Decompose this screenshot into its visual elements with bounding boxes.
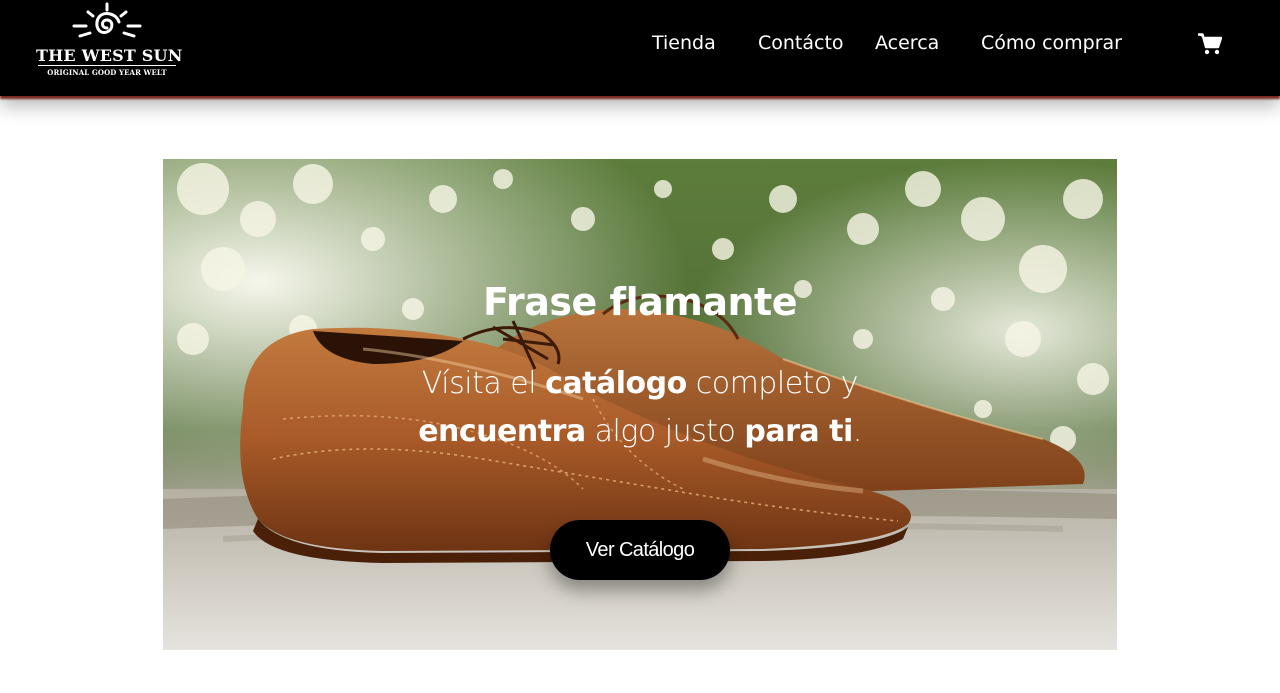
logo-divider xyxy=(38,65,176,66)
nav-acerca[interactable]: Acerca xyxy=(875,32,939,54)
site-header: THE WEST SUN ORIGINAL GOOD YEAR WELT Tie… xyxy=(0,0,1280,96)
logo-tagline: ORIGINAL GOOD YEAR WELT xyxy=(47,68,167,77)
shopping-cart-icon[interactable] xyxy=(1198,33,1223,55)
ver-catalogo-button[interactable]: Ver Catálogo xyxy=(550,520,730,580)
hero-sub-text-1: Vísita el xyxy=(421,366,546,401)
hero-sub-bold-2: encuentra xyxy=(418,414,586,449)
logo-wordmark: THE WEST SUN xyxy=(36,46,183,65)
hero-sub-text-3: algo justo xyxy=(585,414,745,449)
hero-sub-text-4: . xyxy=(852,414,863,449)
hero-subheading: Vísita el catálogo completo y encuentra … xyxy=(380,360,900,456)
nav-como-comprar[interactable]: Cómo comprar xyxy=(981,32,1122,54)
hero-sub-bold-1: catálogo xyxy=(545,366,687,401)
nav-contacto[interactable]: Contácto xyxy=(758,32,844,54)
hero-sub-bold-3: para ti xyxy=(744,414,853,449)
brand-logo[interactable]: THE WEST SUN ORIGINAL GOOD YEAR WELT xyxy=(36,2,183,82)
nav-tienda[interactable]: Tienda xyxy=(652,32,716,54)
hero-sub-text-2: completo y xyxy=(686,366,859,401)
sun-logo-icon xyxy=(72,2,142,38)
hero-heading: Frase flamante xyxy=(483,280,797,324)
